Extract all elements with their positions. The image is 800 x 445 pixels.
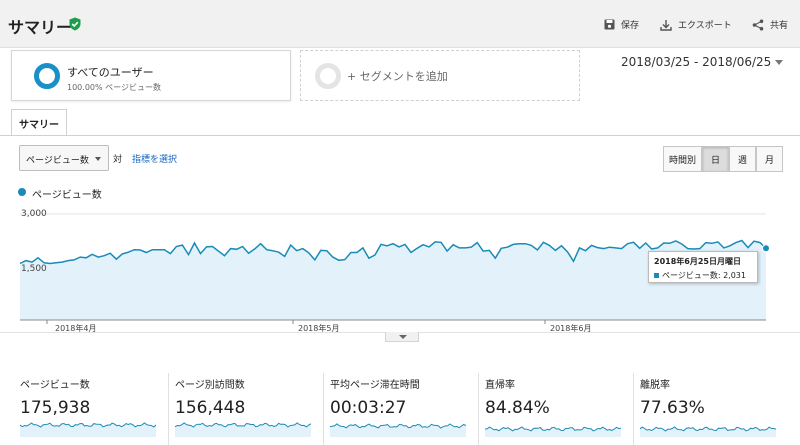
metric-dropdown[interactable]: ページビュー数 [19,145,109,171]
export-button[interactable]: エクスポート [660,18,732,31]
segment-name: すべてのユーザー [67,66,154,79]
share-icon [752,19,764,30]
save-button[interactable]: 保存 [604,18,639,31]
metric-value: 00:03:27 [330,398,407,418]
legend-marker [18,188,26,196]
metric-dropdown-value: ページビュー数 [26,156,89,166]
share-button[interactable]: 共有 [752,18,788,31]
versus-label: 対 [113,155,123,165]
tab-divider [0,135,800,136]
metric-card-exit-rate[interactable]: 離脱率 77.63% [633,373,788,445]
metric-card-avg-time-on-page[interactable]: 平均ページ滞在時間 00:03:27 [323,373,478,445]
metric-card-pageviews[interactable]: ページビュー数 175,938 [20,373,168,445]
metric-card-unique-pageviews[interactable]: ページ別訪問数 156,448 [168,373,323,445]
metric-label: 直帰率 [485,380,515,391]
metric-label: ページビュー数 [20,380,90,391]
granularity-hourly-button[interactable]: 時間別 [663,146,702,172]
tab-summary[interactable]: サマリー [11,109,67,136]
card-divider [168,373,169,445]
collapse-chart-toggle[interactable] [385,332,419,342]
export-label: エクスポート [678,21,732,31]
add-segment-label: + セグメントを追加 [347,70,448,83]
segment-ring-icon [34,63,60,89]
granularity-month-button[interactable]: 月 [756,146,783,172]
data-point-highlight [762,244,770,253]
add-segment-button[interactable]: + セグメントを追加 [300,50,580,101]
date-range-picker[interactable]: 2018/03/25 - 2018/06/25 [621,55,771,69]
metric-sparkline [330,423,466,437]
card-divider [633,373,634,445]
legend-label: ページビュー数 [32,190,102,201]
page-title: サマリー [8,18,73,37]
metric-sparkline [640,426,776,437]
metric-sparkline [20,422,156,437]
caret-down-icon [95,157,101,161]
card-divider [323,373,324,445]
segment-subtitle: 100.00% ページビュー数 [67,83,161,92]
share-label: 共有 [770,21,789,31]
metric-label: ページ別訪問数 [175,380,245,391]
export-icon [660,19,672,31]
y-tick-label: 1,500 [21,264,47,274]
save-label: 保存 [621,21,640,31]
sparkline-area [20,422,156,437]
metric-value: 84.84% [485,398,550,418]
metric-label: 離脱率 [640,380,670,391]
y-tick-label: 3,000 [21,209,47,219]
tooltip-value-text: ページビュー数: 2,031 [662,271,746,280]
verified-shield-icon [69,17,81,31]
card-divider [478,373,479,445]
save-icon [604,19,615,30]
segment-all-users[interactable]: すべてのユーザー 100.00% ページビュー数 [11,50,291,101]
metric-sparkline [175,422,311,437]
select-metric-link[interactable]: 指標を選択 [132,152,177,165]
tooltip-date: 2018年6月25日月曜日 [654,257,741,266]
tooltip-value: ページビュー数: 2,031 [654,270,752,281]
metric-value: 156,448 [175,398,246,418]
header-bar: サマリー 保存 エクスポート 共有 [0,0,800,48]
chevron-down-icon[interactable] [775,60,783,65]
metric-value: 175,938 [20,398,91,418]
segment-empty-ring-icon [315,63,341,89]
metric-sparkline [485,426,621,437]
metric-value: 77.63% [640,398,705,418]
metric-label: 平均ページ滞在時間 [330,380,420,391]
collapse-arrow-icon [399,335,407,339]
metric-card-bounce-rate[interactable]: 直帰率 84.84% [478,373,633,445]
granularity-day-button[interactable]: 日 [702,146,729,172]
chart-tooltip: 2018年6月25日月曜日 ページビュー数: 2,031 [648,251,758,283]
granularity-week-button[interactable]: 週 [729,146,756,172]
